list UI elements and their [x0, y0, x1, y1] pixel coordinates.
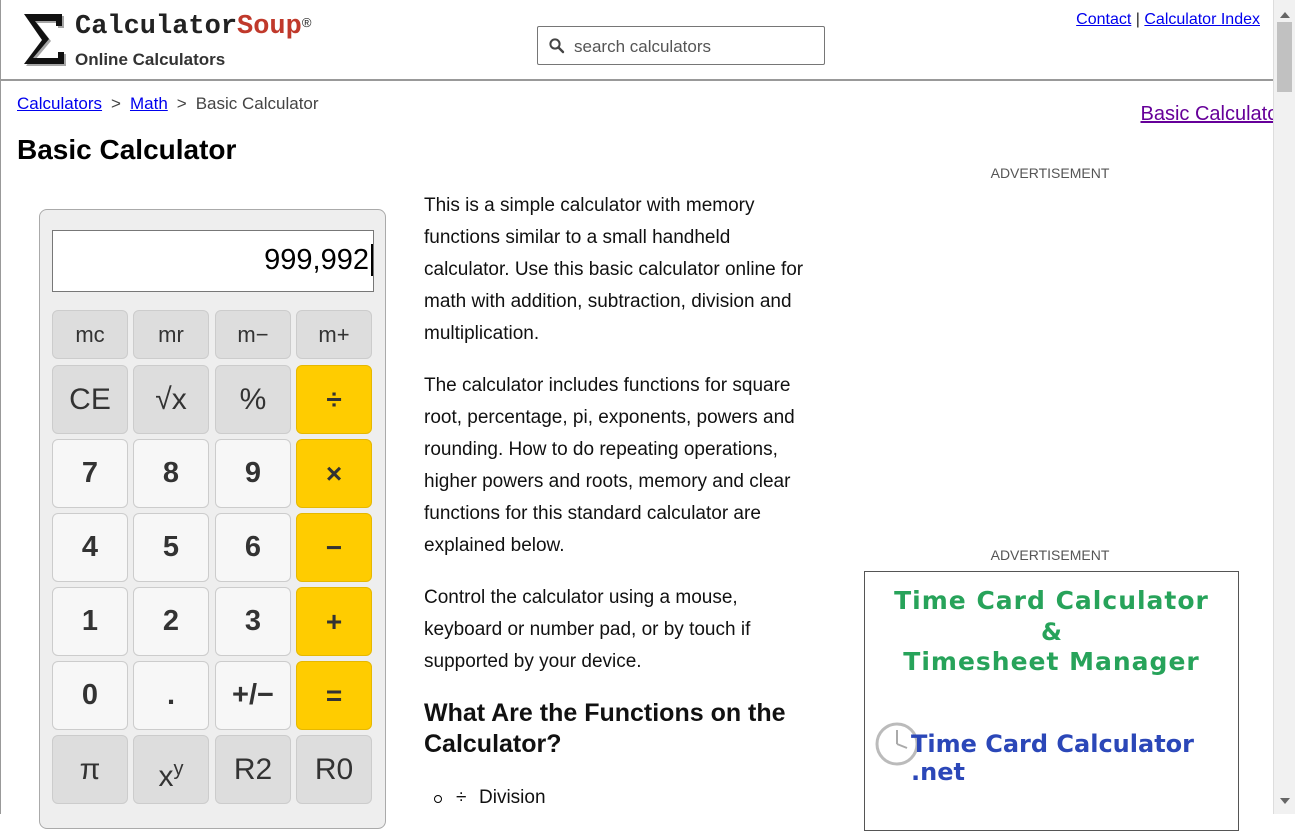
top-links-separator: |: [1135, 11, 1140, 28]
breadcrumb-math[interactable]: Math: [130, 94, 168, 113]
features-paragraph: The calculator includes functions for sq…: [424, 375, 795, 556]
site-header: CalculatorSoup® Online Calculators Conta…: [0, 0, 1273, 81]
equals-key[interactable]: =: [296, 661, 372, 730]
controls-paragraph: Control the calculator using a mouse, ke…: [424, 587, 751, 672]
intro-paragraph: This is a simple calculator with memory …: [424, 195, 804, 344]
logo-wordmark[interactable]: CalculatorSoup®: [75, 12, 311, 42]
m-minus-key[interactable]: m−: [215, 310, 291, 359]
calculator: 999,992 mc mr m− m+ CE √x % ÷ 7 8 9 × 4 …: [39, 209, 386, 829]
zero-key[interactable]: 0: [52, 661, 128, 730]
subtract-key[interactable]: −: [296, 513, 372, 582]
percent-key[interactable]: %: [215, 365, 291, 434]
timecard-ad[interactable]: Time Card Calculator & Timesheet Manager…: [864, 571, 1239, 831]
ad-headline: Time Card Calculator: [894, 586, 1209, 615]
calculator-index-link[interactable]: Calculator Index: [1144, 11, 1260, 28]
pi-key[interactable]: π: [52, 735, 128, 804]
multiply-key[interactable]: ×: [296, 439, 372, 508]
round-0-key[interactable]: R0: [296, 735, 372, 804]
functions-list: ÷ Division: [424, 782, 819, 814]
basic-calculator-link[interactable]: Basic Calculator: [1140, 103, 1285, 126]
four-key[interactable]: 4: [52, 513, 128, 582]
search-icon: [549, 38, 565, 54]
functions-heading: What Are the Functions on the Calculator…: [424, 699, 786, 758]
ad-ampersand: &: [1041, 618, 1062, 646]
registered-mark: ®: [301, 15, 312, 30]
sign-toggle-key[interactable]: +/−: [215, 661, 291, 730]
search-input[interactable]: [572, 28, 821, 65]
logo-tagline: Online Calculators: [75, 50, 226, 69]
eight-key[interactable]: 8: [133, 439, 209, 508]
scroll-down-arrow-icon[interactable]: [1280, 798, 1290, 804]
ce-key[interactable]: CE: [52, 365, 128, 434]
breadcrumb-current: Basic Calculator: [195, 94, 319, 113]
contact-link[interactable]: Contact: [1076, 11, 1131, 28]
power-key[interactable]: xy: [133, 735, 209, 804]
logo-word-soup: Soup: [237, 12, 302, 42]
division-label: Division: [479, 787, 546, 808]
one-key[interactable]: 1: [52, 587, 128, 656]
mr-key[interactable]: mr: [133, 310, 209, 359]
m-plus-key[interactable]: m+: [296, 310, 372, 359]
scroll-up-arrow-icon[interactable]: [1280, 12, 1290, 18]
advertisement-label: ADVERTISEMENT: [990, 165, 1110, 181]
power-key-exponent: y: [173, 758, 184, 780]
scrollbar-thumb[interactable]: [1277, 22, 1292, 92]
five-key[interactable]: 5: [133, 513, 209, 582]
top-links: Contact | Calculator Index: [1076, 11, 1260, 29]
page-scrollbar[interactable]: [1273, 0, 1295, 814]
advertisement-label: ADVERTISEMENT: [990, 547, 1110, 563]
breadcrumb-separator: >: [111, 94, 121, 113]
breadcrumb: Calculators > Math > Basic Calculator: [17, 94, 319, 114]
page-title: Basic Calculator: [17, 134, 237, 165]
power-key-base: x: [158, 760, 174, 793]
calculator-display[interactable]: 999,992: [52, 230, 374, 292]
add-key[interactable]: +: [296, 587, 372, 656]
decimal-key[interactable]: .: [133, 661, 209, 730]
sigma-logo-icon[interactable]: [18, 8, 68, 68]
three-key[interactable]: 3: [215, 587, 291, 656]
list-item: ÷ Division: [434, 782, 819, 814]
round-2-key[interactable]: R2: [215, 735, 291, 804]
article-content: This is a simple calculator with memory …: [424, 190, 819, 814]
search-box[interactable]: [537, 26, 825, 65]
display-value: 999,992: [264, 244, 373, 276]
two-key[interactable]: 2: [133, 587, 209, 656]
seven-key[interactable]: 7: [52, 439, 128, 508]
mc-key[interactable]: mc: [52, 310, 128, 359]
ad-subheadline: Timesheet Manager: [903, 647, 1200, 676]
nine-key[interactable]: 9: [215, 439, 291, 508]
six-key[interactable]: 6: [215, 513, 291, 582]
logo-word-calculator: Calculator: [75, 12, 238, 42]
ad-brand: Time Card Calculator .net: [911, 730, 1194, 786]
breadcrumb-calculators[interactable]: Calculators: [17, 94, 102, 113]
breadcrumb-separator: >: [176, 94, 187, 113]
divide-key[interactable]: ÷: [296, 365, 372, 434]
division-symbol: ÷: [456, 787, 467, 808]
sqrt-key[interactable]: √x: [133, 365, 209, 434]
